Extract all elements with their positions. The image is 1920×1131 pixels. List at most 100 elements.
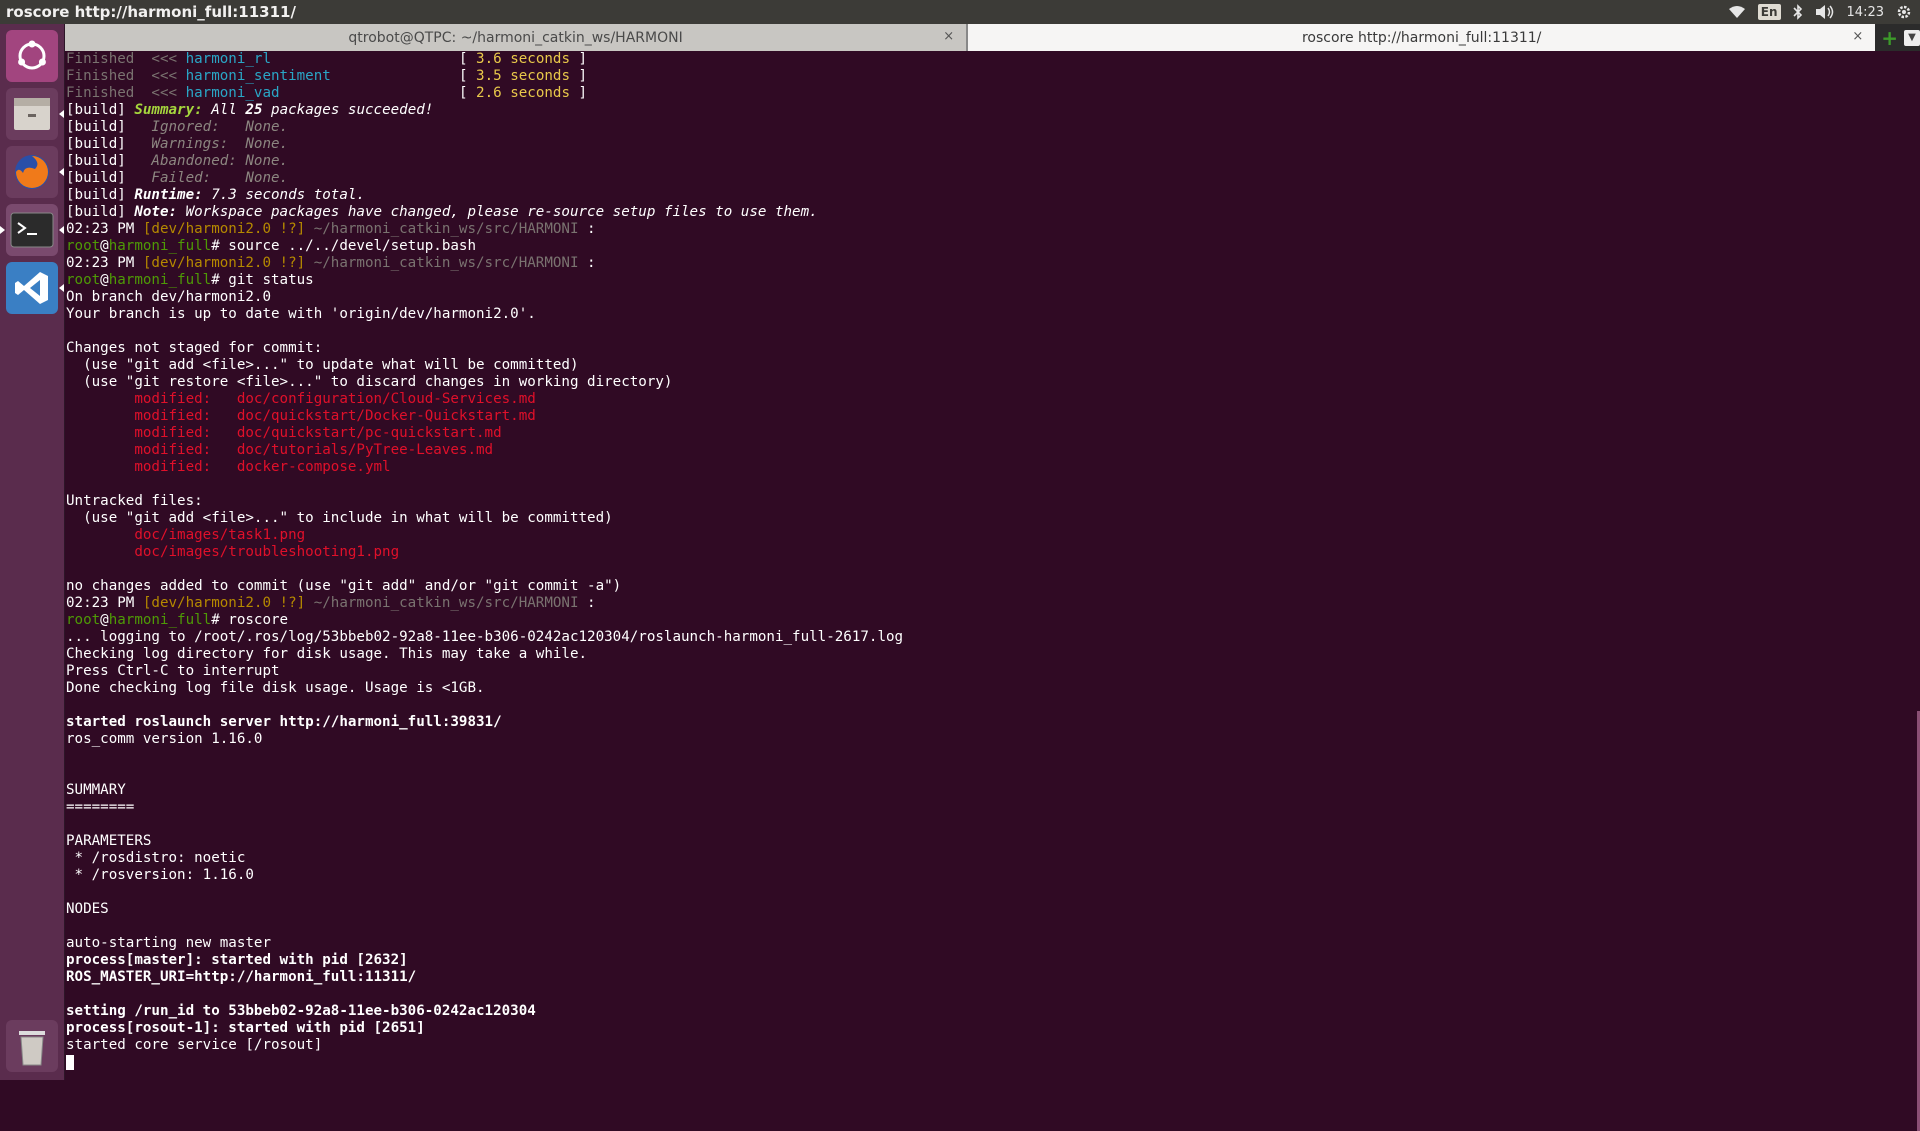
terminal-segment: ROS_MASTER_URI=http://harmoni_full:11311… bbox=[66, 969, 417, 985]
close-icon[interactable]: × bbox=[943, 29, 954, 44]
terminal-segment: [ bbox=[458, 85, 477, 101]
terminal-line: ======== bbox=[66, 799, 903, 816]
terminal-segment: ] bbox=[570, 85, 588, 101]
terminal-segment: 25 bbox=[245, 102, 263, 118]
terminal-segment: [ bbox=[458, 68, 477, 84]
terminal-segment: [build] bbox=[66, 187, 135, 203]
terminal-segment: [ bbox=[458, 51, 477, 67]
terminal-segment: ~/harmoni_catkin_ws/src/HARMONI bbox=[305, 595, 579, 611]
terminal-line: Your branch is up to date with 'origin/d… bbox=[66, 306, 903, 323]
volume-icon[interactable] bbox=[1815, 4, 1835, 20]
terminal-segment: Finished bbox=[66, 51, 152, 67]
terminal-segment: [build] bbox=[66, 153, 135, 169]
terminal-line: root@harmoni_full# source ../../devel/se… bbox=[66, 238, 903, 255]
keyboard-layout-indicator[interactable]: En bbox=[1757, 4, 1781, 20]
terminal-line: doc/images/troubleshooting1.png bbox=[66, 544, 903, 561]
terminal-line: [build] Note: Workspace packages have ch… bbox=[66, 204, 903, 221]
terminal-segment: PARAMETERS bbox=[66, 833, 152, 849]
prompt-line bbox=[66, 1054, 903, 1071]
terminal-line: started roslaunch server http://harmoni_… bbox=[66, 714, 903, 731]
settings-gear-icon[interactable] bbox=[1896, 4, 1912, 20]
terminal-segment: setting /run_id to 53bbeb02-92a8-11ee-b3… bbox=[66, 1003, 536, 1019]
terminal-segment: Done checking log file disk usage. Usage… bbox=[66, 680, 485, 696]
terminal-segment: harmoni_rl bbox=[185, 51, 272, 67]
terminal-segment: # source ../../devel/setup.bash bbox=[211, 238, 477, 254]
terminal-segment bbox=[280, 85, 459, 101]
clock[interactable]: 14:23 bbox=[1847, 5, 1884, 20]
trash-icon[interactable] bbox=[6, 1020, 58, 1072]
terminal-segment: harmoni_full bbox=[108, 272, 212, 288]
terminal-segment: ~/harmoni_catkin_ws/src/HARMONI bbox=[305, 255, 579, 271]
terminal-segment: modified: docker-compose.yml bbox=[66, 459, 391, 475]
vscode-icon[interactable] bbox=[6, 262, 64, 314]
terminal-line: 02:23 PM [dev/harmoni2.0 !?] ~/harmoni_c… bbox=[66, 221, 903, 238]
terminal-line: Checking log directory for disk usage. T… bbox=[66, 646, 903, 663]
bluetooth-icon[interactable] bbox=[1792, 4, 1803, 20]
terminal-segment: Summary: bbox=[134, 102, 203, 118]
terminal-segment: Workspace packages have changed, please … bbox=[177, 204, 818, 220]
terminal-segment: [dev/harmoni2.0 !?] bbox=[142, 221, 306, 237]
tab-qtrobot[interactable]: qtrobot@QTPC: ~/harmoni_catkin_ws/HARMON… bbox=[65, 24, 969, 51]
terminal-segment: ======== bbox=[66, 799, 135, 815]
terminal-line: ROS_MASTER_URI=http://harmoni_full:11311… bbox=[66, 969, 903, 986]
terminal-line: ... logging to /root/.ros/log/53bbeb02-9… bbox=[66, 629, 903, 646]
terminal-line: 02:23 PM [dev/harmoni2.0 !?] ~/harmoni_c… bbox=[66, 255, 903, 272]
text-cursor bbox=[66, 1054, 74, 1070]
terminal-segment: auto-starting new master bbox=[66, 935, 271, 951]
terminal-line: Done checking log file disk usage. Usage… bbox=[66, 680, 903, 697]
terminal-line: modified: docker-compose.yml bbox=[66, 459, 903, 476]
terminal-segment: Note: bbox=[134, 204, 178, 220]
terminal-segment: packages succeeded! bbox=[262, 102, 434, 118]
terminal-segment: 2.6 seconds bbox=[476, 85, 570, 101]
indicator-area: En 14:23 bbox=[1728, 4, 1920, 20]
terminal-segment: [dev/harmoni2.0 !?] bbox=[142, 595, 306, 611]
terminal-segment: started roslaunch server http://harmoni_… bbox=[66, 714, 502, 730]
terminal-line: setting /run_id to 53bbeb02-92a8-11ee-b3… bbox=[66, 1003, 903, 1020]
terminal-segment: ... logging to /root/.ros/log/53bbeb02-9… bbox=[66, 629, 904, 645]
terminal-line: On branch dev/harmoni2.0 bbox=[66, 289, 903, 306]
terminal-icon[interactable] bbox=[0, 204, 64, 256]
terminal-segment: harmoni_full bbox=[108, 238, 212, 254]
ubuntu-dash-icon[interactable] bbox=[6, 30, 58, 82]
terminal-segment: All bbox=[202, 102, 246, 118]
terminal-segment: [dev/harmoni2.0 !?] bbox=[142, 255, 306, 271]
file-manager-icon[interactable] bbox=[6, 88, 64, 140]
terminal-line: * /rosversion: 1.16.0 bbox=[66, 867, 903, 884]
tab-roscore[interactable]: roscore http://harmoni_full:11311/ × bbox=[968, 24, 1876, 51]
terminal-segment: <<< bbox=[151, 85, 186, 101]
terminal-output[interactable]: Finished <<< harmoni_rl [ 3.6 seconds ] F… bbox=[65, 51, 1920, 1131]
new-tab-icon[interactable]: + bbox=[1881, 28, 1898, 48]
wifi-icon[interactable] bbox=[1728, 5, 1746, 19]
terminal-line: Changes not staged for commit: bbox=[66, 340, 903, 357]
chevron-down-icon[interactable]: ▼ bbox=[1904, 29, 1920, 46]
terminal-line: auto-starting new master bbox=[66, 935, 903, 952]
terminal-segment: harmoni_sentiment bbox=[185, 68, 331, 84]
terminal-segment: Runtime: bbox=[134, 187, 203, 203]
terminal-segment bbox=[271, 51, 459, 67]
terminal-line: root@harmoni_full# roscore bbox=[66, 612, 903, 629]
terminal-segment: started core service [/rosout] bbox=[66, 1037, 323, 1053]
terminal-segment: @ bbox=[100, 272, 109, 288]
terminal-segment: # git status bbox=[211, 272, 314, 288]
terminal-segment: Untracked files: bbox=[66, 493, 203, 509]
terminal-segment: : bbox=[578, 595, 596, 611]
terminal-line: [build] Failed: None. bbox=[66, 170, 903, 187]
terminal-segment: : bbox=[578, 221, 596, 237]
launcher bbox=[0, 24, 65, 1080]
terminal-segment: Failed: None. bbox=[134, 170, 289, 186]
terminal-segment: 3.6 seconds bbox=[476, 51, 570, 67]
terminal-segment: <<< bbox=[151, 51, 186, 67]
terminal-line: (use "git restore <file>..." to discard … bbox=[66, 374, 903, 391]
terminal-segment: harmoni_full bbox=[108, 612, 212, 628]
tab-label: roscore http://harmoni_full:11311/ bbox=[1301, 29, 1542, 46]
close-icon[interactable]: × bbox=[1852, 29, 1863, 44]
terminal-line: 02:23 PM [dev/harmoni2.0 !?] ~/harmoni_c… bbox=[66, 595, 903, 612]
terminal-tab-bar: qtrobot@QTPC: ~/harmoni_catkin_ws/HARMON… bbox=[65, 24, 1920, 51]
firefox-icon[interactable] bbox=[6, 146, 64, 198]
terminal-segment: Ignored: None. bbox=[134, 119, 289, 135]
